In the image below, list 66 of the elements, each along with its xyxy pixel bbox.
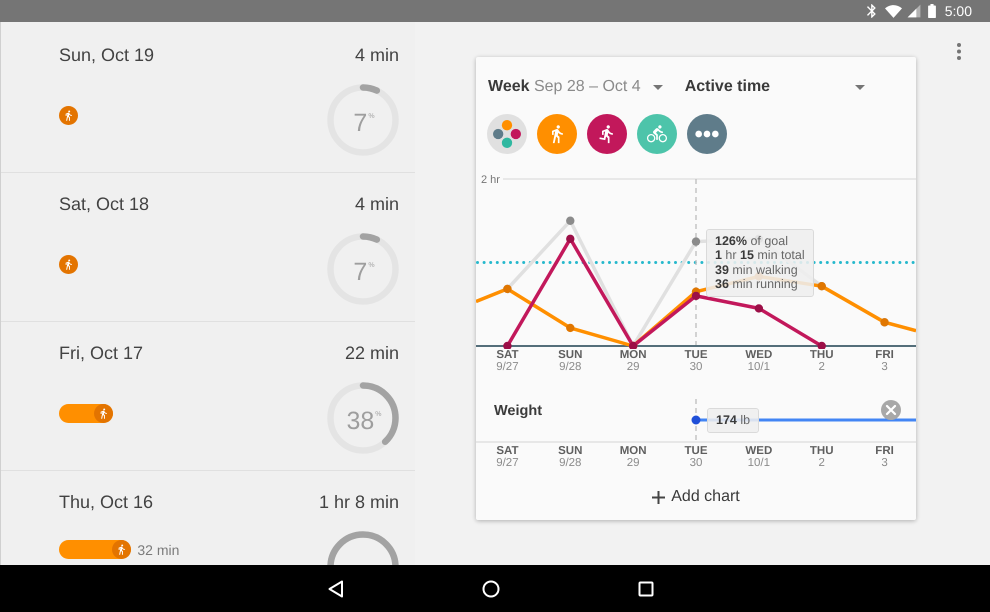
walking-icon [59, 255, 78, 274]
battery-icon [928, 4, 936, 18]
goal-percent: 38$^{%}$ [346, 406, 382, 435]
data-point [503, 342, 512, 349]
day-duration: 22 min [344, 342, 399, 364]
activity-dots-icon[interactable] [487, 114, 527, 154]
signal-icon [906, 4, 921, 18]
tooltip-text: 39 min walking [715, 262, 799, 278]
day-duration: 4 min [354, 193, 399, 215]
data-point [692, 416, 700, 424]
close-icon[interactable] [881, 400, 901, 420]
axis-label: MON 29 [620, 349, 647, 373]
data-point [754, 304, 764, 313]
walking-icon [112, 540, 132, 559]
axis-label: 2 hr [481, 174, 500, 186]
axis-label: THU 2 [810, 445, 834, 469]
data-point [818, 342, 826, 349]
back-icon[interactable] [326, 578, 346, 598]
data-point [566, 234, 574, 244]
axis-label: FRI 3 [875, 445, 894, 469]
axis-label: WED 10/1 [745, 445, 772, 469]
axis-label: FRI 3 [875, 349, 894, 373]
tooltip-text: 36 min running [715, 277, 799, 292]
plus-icon [652, 490, 666, 504]
walking-icon [94, 404, 113, 423]
status-time: 5:00 [944, 3, 972, 19]
axis-label: TUE 30 [684, 445, 708, 469]
day-date: Sat, Oct 18 [59, 193, 150, 215]
recents-icon[interactable] [636, 578, 656, 598]
day-duration: 1 hr 8 min [318, 491, 399, 513]
walking-icon [59, 106, 78, 125]
goal-percent: 7$^{%}$ [353, 257, 375, 286]
add-chart-button[interactable]: Add chart [648, 485, 744, 509]
bluetooth-icon [866, 4, 876, 18]
day-date: Sun, Oct 19 [59, 44, 154, 66]
axis-label: WED 10/1 [745, 349, 772, 373]
axis-label: SAT 9/27 [496, 445, 519, 469]
tooltip-text: 1 hr 15 min total [715, 248, 805, 263]
day-date: Thu, Oct 16 [59, 491, 154, 513]
activity-duration: 32 min [137, 542, 180, 558]
day-duration: 4 min [354, 44, 399, 66]
overflow-menu-icon[interactable] [957, 43, 961, 60]
data-point [692, 237, 700, 246]
goal-percent: 7$^{%}$ [353, 108, 375, 137]
caret-icon [854, 84, 865, 90]
home-icon[interactable] [481, 578, 501, 598]
tooltip-text: 126% of goal [715, 234, 789, 248]
chart-title: Weight [494, 403, 542, 420]
data-point [566, 324, 574, 332]
day-date: Fri, Oct 17 [59, 342, 144, 364]
axis-label: SUN 9/28 [558, 349, 582, 373]
axis-label: SAT 9/27 [496, 349, 519, 373]
data-point [566, 216, 574, 225]
caret-icon [652, 84, 663, 90]
axis-label: THU 2 [810, 349, 834, 373]
running-icon[interactable] [587, 114, 627, 154]
axis-label: MON 29 [620, 445, 647, 469]
wifi-icon [884, 4, 902, 18]
axis-label: TUE 30 [684, 349, 708, 373]
chart-tooltip: 174 lb [707, 408, 760, 432]
period-dropdown[interactable]: Week Sep 28 – Oct 4 [488, 77, 663, 97]
metric-dropdown[interactable]: Active time [684, 77, 865, 97]
data-point [692, 292, 700, 300]
more-icon[interactable] [687, 114, 727, 154]
cursor-line [695, 399, 697, 441]
axis-label: SUN 9/28 [558, 445, 582, 469]
